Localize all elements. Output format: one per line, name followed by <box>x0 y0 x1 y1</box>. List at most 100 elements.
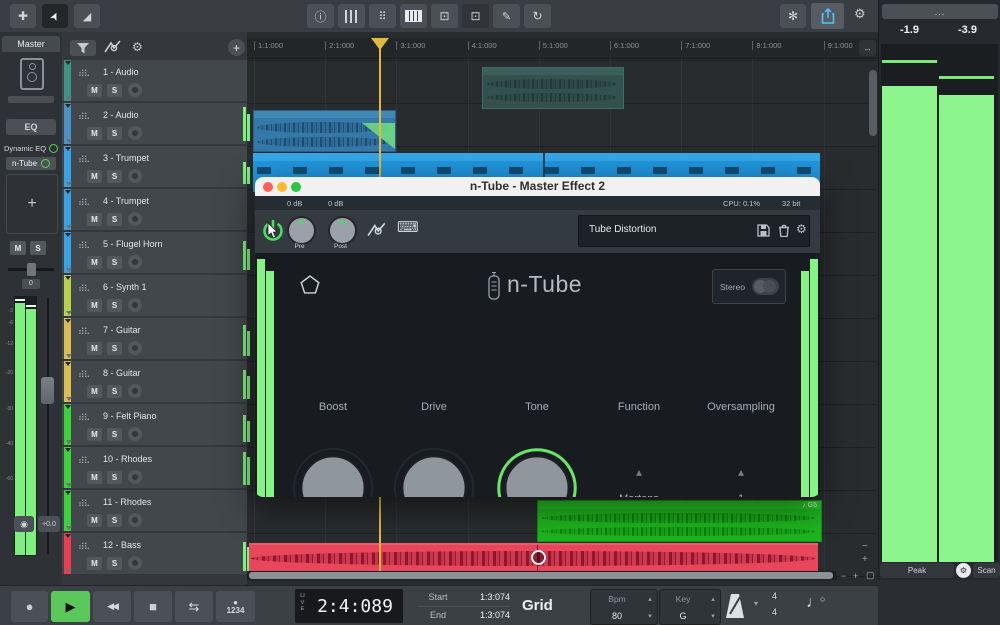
dynamic-eq-effect[interactable]: Dynamic EQ <box>2 143 60 154</box>
share-button[interactable] <box>811 3 844 29</box>
power-icon[interactable] <box>41 159 50 168</box>
track-mute-button[interactable]: M <box>87 127 102 140</box>
track-solo-button[interactable]: S <box>107 342 122 355</box>
metronome-menu-icon[interactable]: ▾ <box>754 599 758 608</box>
track-solo-button[interactable]: S <box>107 557 122 570</box>
bpm-up-icon[interactable]: ▴ <box>643 595 657 603</box>
post-gain-knob[interactable] <box>328 216 357 245</box>
drive-knob[interactable] <box>391 445 477 497</box>
track-mute-button[interactable]: M <box>87 342 102 355</box>
track-color-strip[interactable] <box>64 275 71 316</box>
pentagon-logo-icon[interactable] <box>300 275 320 294</box>
key-up-icon[interactable]: ▴ <box>706 595 720 603</box>
track-color-strip[interactable] <box>64 447 71 488</box>
audio-clip-track11[interactable]: ♪ G5 <box>537 500 822 542</box>
meter-menu-button[interactable]: ... <box>882 4 998 19</box>
track-settings-gear-icon[interactable]: ⚙ <box>132 40 143 54</box>
track-expand-icon[interactable] <box>66 440 72 444</box>
audio-clip-track2[interactable] <box>253 110 396 152</box>
info-button[interactable]: ⓘ <box>307 4 334 28</box>
track-name[interactable]: 5 - Flugel Horn <box>103 239 163 249</box>
time-signature-bottom[interactable]: 4 <box>772 607 777 617</box>
track-mute-button[interactable]: M <box>87 471 102 484</box>
track-caret-icon[interactable] <box>65 61 71 65</box>
plugin-titlebar[interactable]: n-Tube - Master Effect 2 <box>255 177 820 196</box>
timeline-zoom-out[interactable]: − <box>841 571 846 581</box>
track-mute-button[interactable]: M <box>87 299 102 312</box>
track-record-button[interactable] <box>128 427 142 441</box>
master-mute-button[interactable]: M <box>10 241 26 255</box>
track-record-button[interactable] <box>128 384 142 398</box>
track-caret-icon[interactable] <box>65 190 71 194</box>
track-expand-icon[interactable] <box>66 483 72 487</box>
track-name[interactable]: 3 - Trumpet <box>103 153 149 163</box>
ruler-expand-button[interactable]: ↔ <box>859 40 876 56</box>
metronome-icon[interactable] <box>724 593 746 619</box>
track-name[interactable]: 11 - Rhodes <box>103 497 151 507</box>
track-row[interactable]: ⣴⣆7 - GuitarMS <box>62 318 247 359</box>
monitor-speaker-icon[interactable] <box>20 58 44 90</box>
settings-gear-icon[interactable]: ⚙ <box>854 6 866 22</box>
vertical-zoom-in[interactable]: + <box>862 554 868 565</box>
track-mute-button[interactable]: M <box>87 385 102 398</box>
vertical-zoom-out[interactable]: − <box>862 541 868 552</box>
track-color-strip[interactable] <box>64 189 71 230</box>
peak-mode-button[interactable]: Peak <box>880 563 954 578</box>
start-end-box[interactable]: Start 1:3:074 End 1:3:074 <box>418 589 510 624</box>
routing-button[interactable]: ✻ <box>780 4 806 28</box>
track-row[interactable]: ⣴⣆8 - GuitarMS <box>62 361 247 402</box>
track-color-strip[interactable] <box>64 361 71 402</box>
master-gain-value[interactable]: +0.0 <box>38 516 60 532</box>
key-box[interactable]: Key ▴ G ▾ <box>659 589 721 625</box>
keyboard-icon[interactable]: ⌨ <box>397 218 419 236</box>
track-name[interactable]: 4 - Trumpet <box>103 196 149 206</box>
effects-rack-button[interactable]: ⊡ <box>431 4 458 28</box>
track-row[interactable]: ⣴⣆2 - AudioMS <box>62 103 247 144</box>
track-solo-button[interactable]: S <box>107 170 122 183</box>
track-expand-icon[interactable] <box>66 526 72 530</box>
boost-knob[interactable] <box>290 445 376 497</box>
track-record-button[interactable] <box>128 255 142 269</box>
track-solo-button[interactable]: S <box>107 256 122 269</box>
metronome-count-button[interactable]: ● 1234 <box>216 591 255 622</box>
track-caret-icon[interactable] <box>65 448 71 452</box>
track-name[interactable]: 8 - Guitar <box>103 368 141 378</box>
track-row[interactable]: ⣴⣆1 - AudioMS <box>62 60 247 101</box>
track-caret-icon[interactable] <box>65 534 71 538</box>
track-expand-icon[interactable] <box>66 311 72 315</box>
meter-settings-button[interactable]: ⚙ <box>956 563 971 578</box>
track-name[interactable]: 9 - Felt Piano <box>103 411 157 421</box>
track-color-strip[interactable] <box>64 60 71 101</box>
stop-button[interactable]: ■ <box>134 591 172 622</box>
split-point-marker[interactable] <box>531 550 546 565</box>
tone-knob[interactable] <box>494 445 580 497</box>
record-button[interactable]: ● <box>11 591 48 622</box>
track-row[interactable]: ⣴⣆4 - TrumpetMS <box>62 189 247 230</box>
fade-tool-button[interactable]: ◢ <box>74 4 100 28</box>
delete-preset-icon[interactable] <box>778 224 790 237</box>
track-solo-button[interactable]: S <box>107 84 122 97</box>
track-row[interactable]: ⣴⣆5 - Flugel HornMS <box>62 232 247 273</box>
bpm-box[interactable]: Bpm ▴ 80 ▾ <box>590 589 658 625</box>
track-color-strip[interactable] <box>64 490 71 531</box>
track-solo-button[interactable]: S <box>107 471 122 484</box>
master-solo-button[interactable]: S <box>30 241 46 255</box>
add-track-button[interactable]: + <box>228 39 245 56</box>
track-expand-icon[interactable] <box>66 139 72 143</box>
track-name[interactable]: 1 - Audio <box>103 67 139 77</box>
track-caret-icon[interactable] <box>65 491 71 495</box>
track-record-button[interactable] <box>128 126 142 140</box>
stereo-toggle-group[interactable]: Stereo <box>712 269 786 304</box>
automation-button[interactable] <box>104 39 122 57</box>
plugin-window[interactable]: n-Tube - Master Effect 2 0 dB 0 dB CPU: … <box>255 177 820 497</box>
track-expand-icon[interactable] <box>66 182 72 186</box>
scan-button[interactable]: Scan <box>973 563 1000 578</box>
track-row[interactable]: ⣴⣆10 - RhodesMS <box>62 447 247 488</box>
track-record-button[interactable] <box>128 341 142 355</box>
track-expand-icon[interactable] <box>66 225 72 229</box>
tuner-button[interactable]: ✎ <box>493 4 520 28</box>
oversampling-up-button[interactable]: ▴ <box>711 465 771 479</box>
track-mute-button[interactable]: M <box>87 213 102 226</box>
track-expand-icon[interactable] <box>66 569 72 573</box>
close-button[interactable] <box>263 182 273 192</box>
